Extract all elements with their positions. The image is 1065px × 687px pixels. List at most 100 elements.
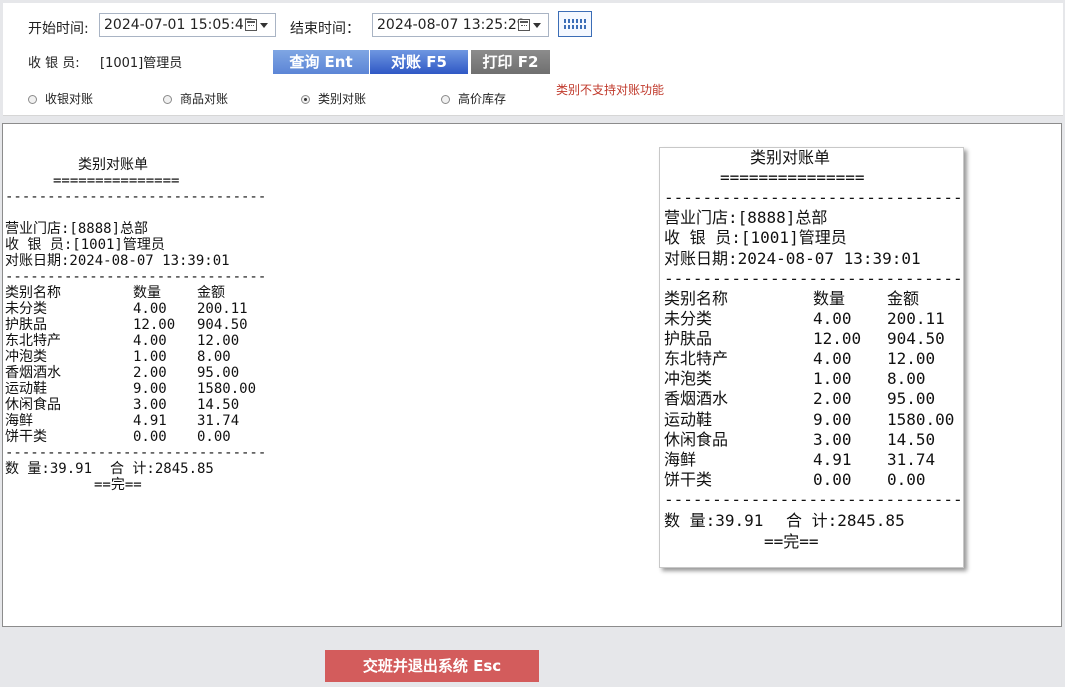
- preview-total-qty: 数 量:39.91: [664, 511, 764, 530]
- row-amt: 12.00: [197, 333, 240, 349]
- row-amt: 200.11: [197, 301, 248, 317]
- radio-label: 商品对账: [180, 92, 229, 106]
- row-amt: 95.00: [887, 389, 936, 409]
- mode-product-radio[interactable]: 商品对账: [163, 90, 228, 107]
- row-amt: 8.00: [887, 369, 926, 389]
- row-name: 东北特产: [5, 333, 61, 349]
- row-name: 东北特产: [664, 349, 729, 369]
- row-amt: 904.50: [887, 329, 945, 349]
- preview-col-qty-header: 数量: [813, 289, 846, 308]
- preview-end: ==完==: [764, 532, 819, 551]
- preview-col-amt-header: 金额: [887, 289, 920, 308]
- radio-icon: [441, 95, 450, 104]
- row-qty: 3.00: [133, 397, 167, 413]
- date-line: 对账日期:2024-08-07 13:39:01: [5, 253, 230, 269]
- row-name: 饼干类: [664, 469, 713, 489]
- mode-high-price-radio[interactable]: 高价库存: [441, 90, 506, 107]
- row-name: 运动鞋: [664, 409, 713, 429]
- row-qty: 0.00: [813, 469, 852, 489]
- row-amt: 0.00: [887, 469, 926, 489]
- receipt-underline: ===============: [53, 173, 180, 189]
- cashier-line: 收 银 员:[1001]管理员: [5, 237, 165, 253]
- row-qty: 4.91: [133, 413, 167, 429]
- preview-title: 类别对账单: [750, 148, 831, 167]
- preview-separator: -------------------------------: [664, 188, 963, 207]
- row-name: 未分类: [664, 309, 713, 328]
- radio-label: 类别对账: [318, 92, 367, 106]
- total-amount: 合 计:2845.85: [110, 461, 214, 477]
- row-qty: 4.00: [133, 333, 167, 349]
- preview-underline: ===============: [720, 168, 865, 187]
- row-qty: 9.00: [133, 381, 167, 397]
- row-name: 运动鞋: [5, 381, 47, 397]
- keyboard-icon[interactable]: [558, 11, 592, 37]
- row-amt: 14.50: [197, 397, 240, 413]
- receipt-title: 类别对账单: [78, 157, 148, 173]
- start-time-label: 开始时间:: [28, 21, 89, 37]
- row-amt: 8.00: [197, 349, 231, 365]
- row-name: 香烟酒水: [5, 365, 61, 381]
- row-amt: 0.00: [197, 429, 231, 445]
- row-amt: 14.50: [887, 429, 936, 449]
- reconcile-button[interactable]: 对账 F5: [370, 50, 468, 74]
- store-line: 营业门店:[8888]总部: [5, 221, 149, 237]
- preview-separator: -------------------------------: [664, 490, 963, 509]
- calendar-icon[interactable]: [518, 19, 542, 32]
- preview-date-line: 对账日期:2024-08-07 13:39:01: [664, 249, 921, 268]
- row-qty: 1.00: [813, 369, 852, 389]
- row-name: 香烟酒水: [664, 389, 729, 409]
- mode-category-radio[interactable]: 类别对账: [301, 90, 366, 107]
- row-qty: 4.91: [813, 449, 852, 469]
- row-qty: 2.00: [133, 365, 167, 381]
- preview-store-line: 营业门店:[8888]总部: [664, 208, 828, 227]
- row-amt: 904.50: [197, 317, 248, 333]
- row-amt: 12.00: [887, 349, 936, 369]
- radio-label: 收银对账: [45, 92, 94, 106]
- total-qty: 数 量:39.91: [5, 461, 93, 477]
- row-amt: 95.00: [197, 365, 240, 381]
- preview-separator: -------------------------------: [664, 269, 963, 288]
- row-name: 休闲食品: [5, 397, 61, 413]
- row-qty: 12.00: [813, 329, 862, 349]
- row-qty: 4.00: [813, 349, 852, 369]
- row-name: 未分类: [5, 301, 47, 317]
- row-name: 海鲜: [5, 413, 33, 429]
- row-name: 休闲食品: [664, 429, 729, 449]
- row-amt: 1580.00: [197, 381, 257, 397]
- receipt-separator: -------------------------------: [5, 269, 267, 285]
- exit-button[interactable]: 交班并退出系统 Esc: [325, 650, 539, 682]
- calendar-icon[interactable]: [245, 19, 269, 32]
- mode-cashier-radio[interactable]: 收银对账: [28, 90, 93, 107]
- preview-total-amount: 合 计:2845.85: [786, 511, 905, 530]
- radio-label: 高价库存: [458, 92, 507, 106]
- row-amt: 31.74: [887, 449, 936, 469]
- end-time-input[interactable]: 2024-08-07 13:25:29: [372, 13, 549, 37]
- row-name: 冲泡类: [664, 369, 713, 389]
- row-amt: 31.74: [197, 413, 240, 429]
- cashier-label: 收 银 员:: [28, 56, 80, 71]
- end-time-label: 结束时间：: [290, 21, 360, 37]
- row-qty: 0.00: [133, 429, 167, 445]
- row-name: 护肤品: [664, 329, 713, 349]
- radio-selected-icon: [301, 95, 310, 104]
- query-button[interactable]: 查询 Ent: [273, 50, 369, 74]
- row-qty: 4.00: [133, 301, 167, 317]
- notice-text: 类别不支持对账功能: [556, 83, 665, 97]
- row-qty: 4.00: [813, 309, 852, 328]
- row-amt: 1580.00: [887, 409, 955, 429]
- print-button[interactable]: 打印 F2: [471, 50, 550, 74]
- start-time-input[interactable]: 2024-07-01 15:05:47: [99, 13, 276, 37]
- col-qty-header: 数量: [133, 285, 161, 301]
- receipt-separator: -------------------------------: [5, 189, 267, 205]
- row-qty: 1.00: [133, 349, 167, 365]
- row-name: 冲泡类: [5, 349, 47, 365]
- radio-icon: [163, 95, 172, 104]
- col-name-header: 类别名称: [5, 285, 61, 301]
- col-amt-header: 金额: [197, 285, 225, 301]
- row-qty: 9.00: [813, 409, 852, 429]
- row-qty: 2.00: [813, 389, 852, 409]
- row-qty: 3.00: [813, 429, 852, 449]
- preview-cashier-line: 收 银 员:[1001]管理员: [664, 228, 847, 247]
- end-time-value: 2024-08-07 13:25:29: [377, 17, 526, 33]
- row-name: 护肤品: [5, 317, 47, 333]
